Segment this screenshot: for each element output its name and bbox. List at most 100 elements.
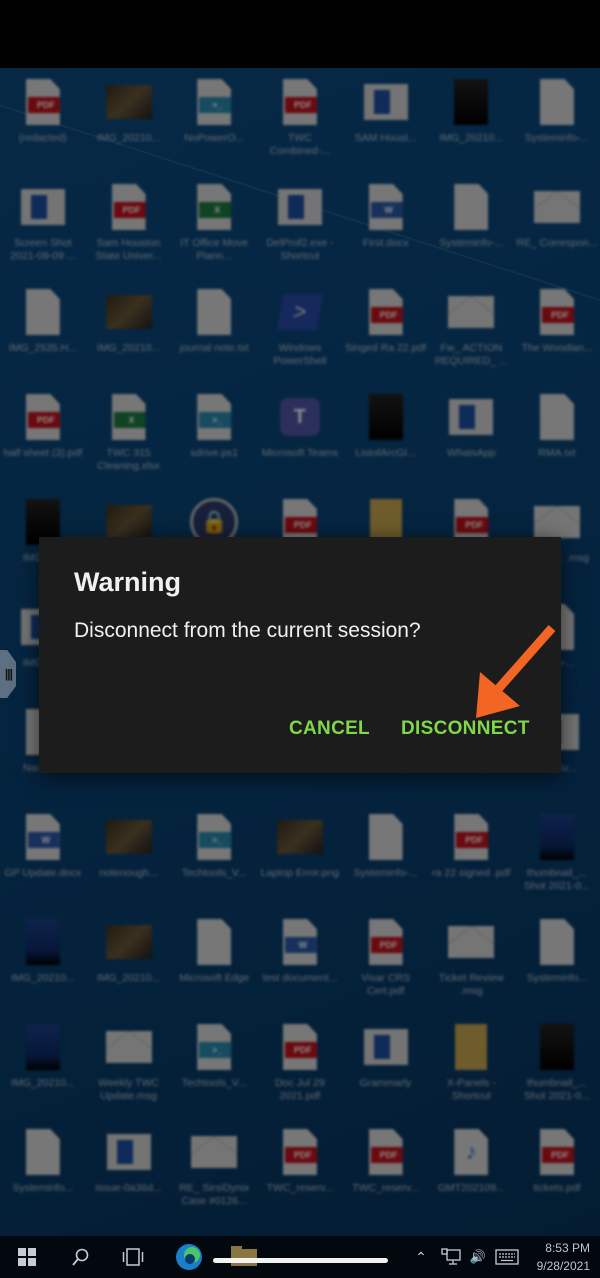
keyboard-icon[interactable] (494, 1236, 520, 1278)
desktop-icon-label: TWC_reserv... (352, 1182, 420, 1194)
volume-icon[interactable]: 🔊 (467, 1236, 489, 1278)
chevron-up-icon[interactable]: ⌃ (412, 1236, 430, 1278)
desktop-icon[interactable]: IMG_2535.H... (0, 278, 86, 383)
desktop-icon[interactable]: notenough... (86, 803, 172, 908)
desktop-icon-label: ListofArcGI... (355, 447, 416, 459)
desktop-icon[interactable]: RMA.txt (514, 383, 600, 488)
desktop-icon[interactable]: PDF TWC_reserv... (257, 1118, 343, 1223)
desktop-icon[interactable]: PDF The Woodlan... (514, 278, 600, 383)
desktop-icon-label: IMG_2535.H... (8, 342, 77, 354)
desktop-icon[interactable]: SAM Houst... (343, 68, 429, 173)
shortcut-window-icon (276, 181, 324, 233)
desktop-icon-label: IT Office Move Plann... (180, 237, 249, 262)
desktop-icon[interactable]: RE_ Correspon... (514, 173, 600, 278)
desktop-icon[interactable]: thumbnail_... Shot 2021-0... (514, 803, 600, 908)
desktop-icon[interactable]: PDF TWC Combined-... (257, 68, 343, 173)
desktop-icon[interactable]: PDF ra 22 signed .pdf (428, 803, 514, 908)
desktop-icon[interactable]: Fw_ ACTION REQUIRED_ ... (428, 278, 514, 383)
desktop-icon[interactable]: W First.docx (343, 173, 429, 278)
desktop-icon[interactable]: IMG_20210... (86, 68, 172, 173)
desktop-icon[interactable]: IMG_20210... (86, 908, 172, 1013)
system-clock[interactable]: 8:53 PM 9/28/2021 (537, 1239, 590, 1275)
pdf-icon: PDF (362, 286, 410, 338)
desktop-icon[interactable]: PDF tickets.pdf (514, 1118, 600, 1223)
desktop-icon-label: The Woodlan... (521, 342, 593, 354)
desktop-icon[interactable]: Issue-0a36d... (86, 1118, 172, 1223)
desktop-icon[interactable]: >_ sdrive.ps1 (171, 383, 257, 488)
network-icon[interactable] (440, 1236, 462, 1278)
desktop-icon[interactable]: PDF Sam Houston State Univer... (86, 173, 172, 278)
desktop-icon[interactable]: >_ NoPowerO... (171, 68, 257, 173)
desktop-icon[interactable]: PDF Visar CRS Cert.pdf (343, 908, 429, 1013)
annotation-arrow-icon (476, 625, 556, 718)
desktop-icon[interactable]: WhatsApp (428, 383, 514, 488)
gesture-nav-bar[interactable] (213, 1258, 388, 1263)
desktop-icon-label: Microsoft Edge (179, 972, 250, 984)
desktop-icon[interactable]: PDF TWC_reserv... (343, 1118, 429, 1223)
desktop-icon[interactable]: IMG_20210... (428, 68, 514, 173)
desktop-row: W GP Update.docx notenough... >_ Techtools_V… (0, 803, 600, 908)
desktop-icon[interactable]: Ticket Review .msg (428, 908, 514, 1013)
desktop-icon[interactable]: >_ Techtools_V... (171, 1013, 257, 1118)
desktop-icon[interactable]: PDF Doc Jul 29 2021.pdf (257, 1013, 343, 1118)
desktop-icon[interactable]: X-Panels - Shortcut (428, 1013, 514, 1118)
desktop-icon[interactable]: ♪ GMT202109... (428, 1118, 514, 1223)
desktop-icon[interactable]: thumbnail_... Shot 2021-0... (514, 1013, 600, 1118)
task-view-icon[interactable] (120, 1236, 146, 1278)
desktop-icon[interactable]: ListofArcGI... (343, 383, 429, 488)
word-icon: W (362, 181, 410, 233)
desktop-icon[interactable]: PDF Singed Ra 22.pdf (343, 278, 429, 383)
desktop-icon[interactable]: PDF (redacted) (0, 68, 86, 173)
edge-icon[interactable] (174, 1236, 204, 1278)
file-icon (362, 811, 410, 863)
desktop-icon[interactable]: Screen Shot 2021-09-09 ... (0, 173, 86, 278)
desktop-icon-label: TWC Combined-... (269, 132, 330, 157)
disconnect-button[interactable]: DISCONNECT (401, 718, 530, 740)
desktop-icon-label: TWC_reserv... (266, 1182, 334, 1194)
search-icon[interactable] (68, 1236, 94, 1278)
desktop-row: IMG_2535.H... IMG_20210... journal note.tx… (0, 278, 600, 383)
desktop-icon-label: Issue-0a36d... (95, 1182, 162, 1194)
desktop-icon[interactable]: Wtest document... (257, 908, 343, 1013)
desktop-icon[interactable]: Laptop Error.png (257, 803, 343, 908)
desktop-icon[interactable]: > Windows PowerShell (257, 278, 343, 383)
desktop-icon-label: tickets.pdf (533, 1182, 581, 1194)
mail-icon (190, 1126, 238, 1178)
desktop-icon[interactable]: X IT Office Move Plann... (171, 173, 257, 278)
desktop-icon[interactable]: Systeminfo... (514, 908, 600, 1013)
desktop-icon[interactable]: DelProf2.exe - Shortcut (257, 173, 343, 278)
desktop-icon[interactable]: >_ Techtools_V... (171, 803, 257, 908)
pdf-icon: PDF (447, 811, 495, 863)
desktop-icon[interactable]: Systeminfo... (0, 1118, 86, 1223)
script-icon: >_ (190, 1021, 238, 1073)
desktop-icon[interactable]: IMG_20210... (0, 908, 86, 1013)
desktop-icon[interactable]: Microsoft Edge (171, 908, 257, 1013)
desktop-icon[interactable]: T Microsoft Teams (257, 383, 343, 488)
desktop-icon[interactable]: W GP Update.docx (0, 803, 86, 908)
desktop-icon-label: GP Update.docx (4, 867, 82, 879)
desktop-icon[interactable]: Systeminfo-... (514, 68, 600, 173)
desktop-icon-label: Systeminfo-... (353, 867, 418, 879)
teams-icon: T (276, 391, 324, 443)
window-icon (19, 181, 67, 233)
mail-icon (533, 181, 581, 233)
desktop-icon[interactable]: Weekly TWC Update.msg (86, 1013, 172, 1118)
desktop-icon[interactable]: IMG_20210... (0, 1013, 86, 1118)
desktop-icon[interactable]: Systeminfo-... (428, 173, 514, 278)
desktop-icon[interactable]: IMG_20210... (86, 278, 172, 383)
desktop-icon-label: IMG_20210... (11, 972, 75, 984)
desktop-icon[interactable]: Systeminfo-... (343, 803, 429, 908)
powershell-icon: > (276, 286, 324, 338)
desktop-icon[interactable]: PDF half sheet (3).pdf (0, 383, 86, 488)
desktop-icon[interactable]: journal note.txt (171, 278, 257, 383)
word-icon: W (276, 916, 324, 968)
desktop-icon[interactable]: X TWC 315 Cleaning.xlsx (86, 383, 172, 488)
desktop-icon-label: Systeminfo-... (439, 237, 504, 249)
windows-start-icon[interactable] (14, 1236, 40, 1278)
file-explorer-icon[interactable] (230, 1236, 258, 1278)
photo-icon (276, 811, 324, 863)
desktop-icon[interactable]: RE_ SirsiDynix Case #0126... (171, 1118, 257, 1223)
cancel-button[interactable]: CANCEL (289, 718, 370, 740)
desktop-icon-label: Singed Ra 22.pdf (345, 342, 427, 354)
desktop-icon[interactable]: Grammarly (343, 1013, 429, 1118)
